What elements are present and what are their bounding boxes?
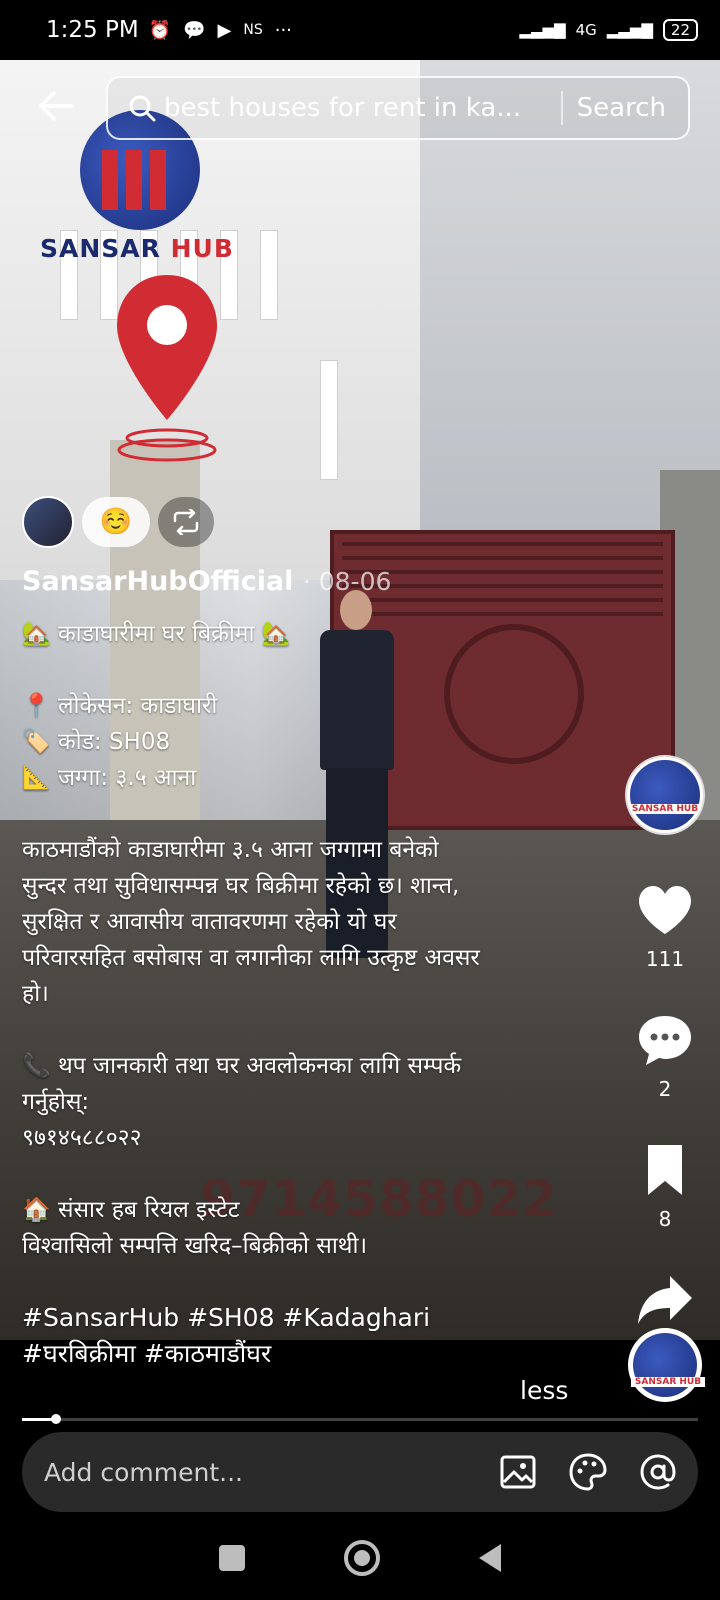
system-icons: ▂▃▅▇ 4G ▂▃▅▇ 22: [519, 19, 698, 41]
sansar-hub-logo-icon: [628, 760, 702, 830]
less-button[interactable]: less: [520, 1376, 568, 1405]
caption-line: 📞 थप जानकारी तथा घर अवलोकनका लागि सम्पर्…: [22, 1053, 462, 1079]
bookmark-icon: [648, 1145, 682, 1195]
caption-line: काठमाडौंको काडाघारीमा ३.५ आना जग्गामा बन…: [22, 837, 439, 863]
comment-button[interactable]: 2: [636, 1011, 694, 1101]
home-button[interactable]: [343, 1540, 380, 1576]
recents-button[interactable]: [219, 1545, 246, 1571]
arrow-left-icon: [39, 91, 74, 121]
sound-disc[interactable]: [628, 1328, 705, 1402]
like-button[interactable]: 111: [636, 881, 694, 971]
repost-icon: [173, 509, 199, 535]
caption-line: [22, 796, 582, 832]
caption-line: ९७१४५८८०२२: [22, 1125, 142, 1151]
caption-line: सुन्दर तथा सुविधासम्पन्न घर बिक्रीमा रहे…: [22, 873, 460, 899]
caption-line: [22, 1264, 582, 1300]
signal-icon-2: ▂▃▅▇: [606, 21, 653, 39]
carrier-label: NS: [243, 22, 263, 38]
search-divider: [560, 91, 563, 125]
heart-icon: [639, 886, 691, 934]
creator-avatar[interactable]: [625, 755, 705, 835]
comment-input[interactable]: Add comment...: [44, 1458, 468, 1487]
caption-line: [22, 652, 582, 688]
share-arrow-icon: [638, 1276, 692, 1324]
image-icon[interactable]: [498, 1452, 538, 1492]
sansar-hub-logo-icon: [631, 1333, 705, 1397]
viewer-avatar[interactable]: [22, 496, 74, 548]
caption-line: हो।: [22, 981, 49, 1007]
back-button[interactable]: [34, 84, 78, 128]
caption-line: सुरक्षित र आवासीय वातावरणमा रहेको यो घर: [22, 909, 397, 935]
search-input[interactable]: best houses for rent in ka...: [164, 93, 547, 123]
author-name[interactable]: SansarHubOfficial: [22, 566, 293, 597]
caption-line: [22, 1156, 582, 1192]
caption-line: [22, 1012, 582, 1048]
alarm-icon: ⏰: [148, 19, 172, 41]
comment-count: 2: [658, 1077, 672, 1101]
caption-line: परिवारसहित बसोबास वा लगानीका लागि उत्कृष…: [22, 945, 480, 971]
status-time: 1:25 PM: [46, 17, 139, 43]
chat-icon: 💬: [183, 19, 206, 41]
caption-line: 📍 लोकेसन: काडाघारी: [22, 693, 218, 719]
progress-fill: [22, 1414, 61, 1424]
bookmark-button[interactable]: 8: [636, 1141, 694, 1231]
search-bar[interactable]: best houses for rent in ka... Search: [106, 76, 690, 140]
reaction-button[interactable]: ☺️: [82, 497, 150, 547]
logo-text-part2: HUB: [170, 234, 234, 263]
hashtags[interactable]: #SansarHub #SH08 #Kadaghari: [22, 1300, 582, 1336]
system-nav-bar: [0, 1516, 720, 1600]
author-line: SansarHubOfficial · 08-06: [22, 566, 391, 597]
comment-bubble-icon: [639, 1016, 691, 1065]
back-nav-button[interactable]: [478, 1544, 501, 1572]
caption-line: 🏷️ कोड: SH08: [22, 729, 171, 755]
caption-line: 🏡 काडाघारीमा घर बिक्रीमा 🏡: [22, 621, 291, 647]
signal-icon: ▂▃▅▇: [519, 21, 566, 39]
notification-icons: ⏰ 💬 ▶ NS ···: [149, 20, 292, 41]
action-rail: 111 2 8 26: [620, 755, 710, 1361]
caption-line: गर्नुहोस्:: [22, 1089, 90, 1115]
status-bar: 1:25 PM ⏰ 💬 ▶ NS ··· ▂▃▅▇ 4G ▂▃▅▇ 22: [0, 0, 720, 60]
like-count: 111: [645, 947, 685, 971]
search-button[interactable]: Search: [577, 93, 688, 123]
play-icon: ▶: [217, 19, 232, 41]
logo-text-part1: SANSAR: [40, 234, 161, 263]
reaction-emoji: ☺️: [99, 507, 133, 537]
network-label: 4G: [575, 21, 597, 39]
reaction-row: ☺️: [22, 496, 214, 548]
caption-line: विश्वासिलो सम्पत्ति खरिद–बिक्रीको साथी।: [22, 1233, 368, 1259]
location-pin-icon: [117, 275, 217, 462]
hashtags[interactable]: #घरबिक्रीमा #काठमाडौंघर: [22, 1336, 582, 1372]
post-caption: 🏡 काडाघारीमा घर बिक्रीमा 🏡 📍 लोकेसन: काड…: [22, 616, 582, 1372]
post-date: · 08-06: [302, 567, 392, 596]
caption-line: 🏠 संसार हब रियल इस्टेट: [22, 1197, 240, 1223]
repost-button[interactable]: [158, 497, 214, 547]
video-progress-bar[interactable]: [22, 1414, 698, 1424]
search-icon: [129, 95, 156, 122]
progress-knob[interactable]: [50, 1414, 61, 1424]
logo-text: SANSAR HUB: [40, 234, 250, 263]
battery-indicator: 22: [662, 19, 698, 41]
comment-bar: Add comment...: [22, 1432, 698, 1512]
bookmark-count: 8: [658, 1207, 672, 1231]
sticker-icon[interactable]: [568, 1452, 608, 1492]
caption-line: 📐 जग्गा: ३.५ आना: [22, 765, 197, 791]
more-icon: ···: [274, 19, 292, 41]
mention-icon[interactable]: [638, 1452, 678, 1492]
